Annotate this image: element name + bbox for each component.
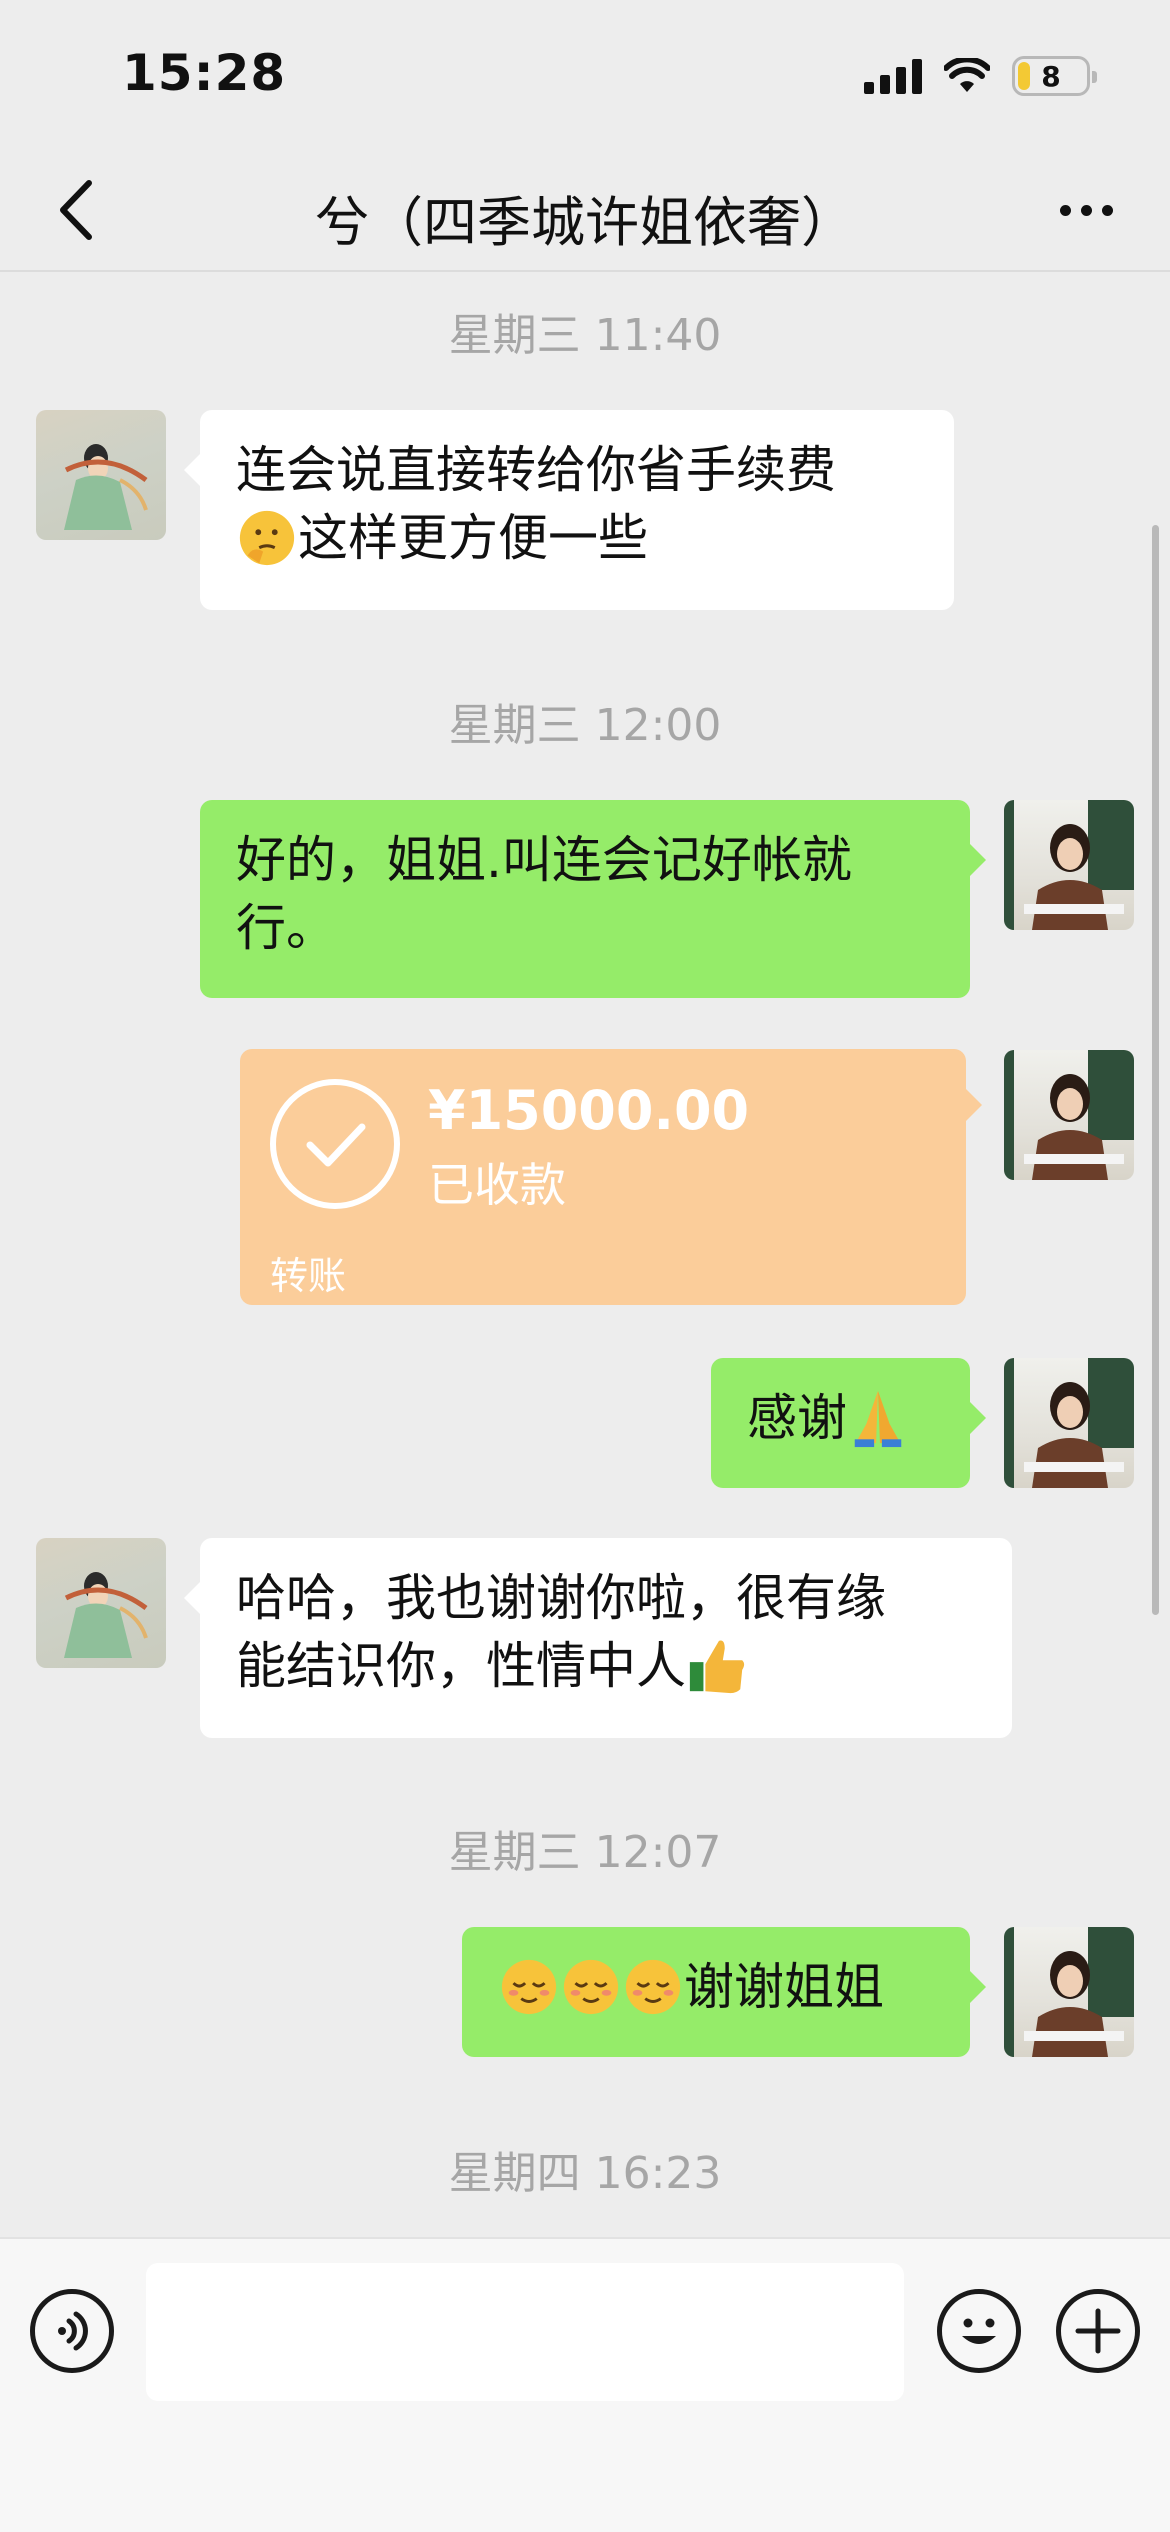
timestamp: 星期三 12:07 [448,1827,722,1878]
folded-hands-emoji [854,1390,902,1447]
avatar-image [64,444,148,530]
message-text-line2: 这样更方便一些 [236,504,918,573]
avatar-image [1004,1927,1134,2057]
chevron-left-icon [60,180,92,240]
transfer-label: 转账 [270,1254,347,1298]
chat-header: 兮（四季城许姐依奢） [0,150,1170,272]
message-text: 谢谢姐姐 [684,1958,884,2016]
message-text: 好的，姐姐.叫连会记好帐就 [236,831,852,889]
transfer-amount: ¥15000.00 [428,1079,750,1142]
message-text: 连会说直接转给你省手续费 [236,441,836,499]
message-bubble[interactable]: 哈哈，我也谢谢你啦，很有缘 能结识你，性情中人 [184,1538,1012,1738]
input-bar [0,2237,1170,2532]
message-text: 哈哈，我也谢谢你啦，很有缘 [236,1569,886,1627]
relieved-face-emoji [501,1959,557,2014]
message-text: 这样更方便一些 [298,509,648,567]
message-bubble[interactable]: 感谢 [711,1358,986,1488]
cellular-signal-icon [864,58,922,94]
relieved-face-emoji [625,1959,681,2014]
status-bar: 15:28 8 [0,0,1170,150]
voice-icon [58,2311,88,2351]
chat-area[interactable]: 星期三 11:40 连会说直接转给你省手续费 这样更方便一些 星期三 12:00 [0,272,1170,2237]
message-bubble[interactable]: 连会说直接转给你省手续费 这样更方便一些 [184,410,954,610]
avatar-image [64,1572,148,1658]
chat-title: 兮（四季城许姐依奢） [315,191,855,254]
message-bubble[interactable]: 谢谢姐姐 [462,1927,986,2057]
plus-icon [1075,2308,1121,2354]
relieved-face-emoji [563,1959,619,2014]
avatar-image [1004,1358,1134,1488]
transfer-status: 已收款 [428,1158,566,1212]
avatar-image [1004,1050,1134,1180]
message-text-line2: 行。 [236,899,336,957]
voice-button[interactable] [30,2289,114,2373]
avatar-image [1004,800,1134,930]
contact-avatar[interactable] [36,410,166,540]
timestamp: 星期四 16:23 [448,2148,722,2199]
self-avatar[interactable] [1004,1927,1134,2057]
status-icons: 8 [864,52,1097,100]
message-bubble[interactable]: 好的，姐姐.叫连会记好帐就 行。 [200,800,986,998]
plus-button[interactable] [1056,2289,1140,2373]
battery-level: 8 [1041,59,1061,93]
more-icon [1059,204,1071,216]
battery-icon: 8 [1012,56,1097,96]
emoji-button[interactable] [937,2289,1021,2373]
wifi-icon [944,58,990,92]
message-text: 能结识你，性情中人 [236,1637,686,1695]
self-avatar[interactable] [1004,1050,1134,1180]
scrollbar[interactable] [1152,525,1159,1615]
self-avatar[interactable] [1004,1358,1134,1488]
message-text-line2: 能结识你，性情中人 [236,1632,976,1701]
status-time: 15:28 [122,44,287,102]
thumbs-up-emoji [689,1639,745,1693]
back-button[interactable] [40,172,110,248]
timestamp: 星期三 12:00 [448,700,722,751]
message-text: 感谢 [747,1389,847,1447]
message-input[interactable] [146,2263,904,2401]
contact-avatar[interactable] [36,1538,166,1668]
thinking-face-emoji [239,510,295,565]
transfer-card[interactable]: ¥15000.00 已收款 转账 [240,1049,982,1305]
more-button[interactable] [1046,172,1126,248]
smiley-icon [962,2318,996,2344]
self-avatar[interactable] [1004,800,1134,930]
timestamp: 星期三 11:40 [448,310,722,361]
received-check-icon [270,1079,400,1209]
